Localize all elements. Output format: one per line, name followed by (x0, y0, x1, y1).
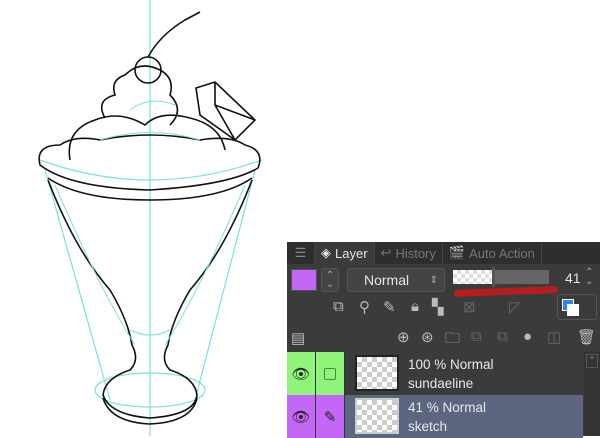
scroll-up-icon[interactable]: ⌃ (586, 354, 598, 368)
pen-edit-icon[interactable]: ✎ (316, 395, 345, 438)
panel-tabs: ☰ ◈ Layer ↩ History 🎬 Auto Action (287, 242, 600, 264)
history-icon: ↩ (380, 245, 392, 260)
layers-icon: ◈ (321, 245, 331, 260)
layer-row-sketch[interactable]: 👁︎ ✎ 41 % Normal sketch (287, 395, 583, 438)
layer-checkbox[interactable] (316, 352, 345, 395)
slider-thumb[interactable] (492, 267, 496, 287)
reference-layer-icon[interactable]: ⚲ (359, 298, 370, 316)
layer-name: sundaeline (408, 376, 474, 391)
ruler-disabled-icon[interactable]: ◸ (509, 298, 521, 316)
lock-icon[interactable]: 🔒︎ (411, 298, 419, 315)
layer-thumbnail (355, 398, 399, 434)
opacity-stepper[interactable]: ⌃ ⌄ (585, 268, 593, 287)
visibility-eye-icon[interactable]: 👁︎ (287, 352, 316, 395)
red-annotation-mark (453, 286, 559, 297)
clapper-icon: 🎬 (448, 245, 466, 260)
layer-row-sundaeline[interactable]: 👁︎ 100 % Normal sundaeline (287, 352, 583, 395)
new-raster-layer-icon[interactable]: ⊕ (397, 328, 410, 346)
trash-icon[interactable]: 🗑︎ (577, 328, 596, 346)
new-vector-layer-icon[interactable]: ⊛ (421, 328, 434, 346)
merge-down-icon[interactable]: ⧉ (497, 328, 508, 345)
opacity-value: 41 (565, 270, 581, 286)
transfer-down-icon[interactable]: ⧉ (471, 328, 482, 345)
layer-panel: ☰ ◈ Layer ↩ History 🎬 Auto Action ⌃ ⌄ Normal… (287, 242, 600, 438)
blend-mode-select[interactable]: Normal ⇕ (347, 268, 445, 292)
clip-icon[interactable]: ⧉ (333, 298, 344, 315)
layer-property-icon[interactable]: ▤ (291, 329, 305, 347)
apply-mask-icon[interactable]: ◫ (547, 328, 561, 346)
lock-transparency-icon[interactable]: ▚ (432, 298, 444, 316)
opacity-slider[interactable] (453, 267, 549, 287)
layer-color-swatch[interactable] (291, 269, 317, 291)
chevron-updown-icon: ⇕ (429, 274, 438, 286)
new-folder-icon[interactable]: 🗀 (445, 328, 460, 353)
sketch-lines (39, 0, 263, 436)
panel-menu-icon[interactable]: ☰ (287, 242, 315, 264)
layer-color-stepper[interactable]: ⌃ ⌄ (321, 268, 339, 292)
mask-disabled-icon[interactable]: ⊠ (463, 298, 476, 316)
layer-color-mode-button[interactable] (557, 294, 597, 320)
draft-layer-icon[interactable]: ✎ (383, 298, 396, 316)
tab-auto-action[interactable]: 🎬 Auto Action (443, 242, 542, 264)
layer-thumbnail (355, 355, 399, 391)
layer-scrollbar[interactable]: ⌃ (584, 352, 600, 436)
tab-history[interactable]: ↩ History (375, 242, 443, 264)
layer-name: sketch (408, 419, 448, 434)
tab-layer[interactable]: ◈ Layer (315, 242, 375, 264)
visibility-eye-icon[interactable]: 👁︎ (287, 395, 316, 438)
mask-icon[interactable]: ● (523, 328, 532, 345)
